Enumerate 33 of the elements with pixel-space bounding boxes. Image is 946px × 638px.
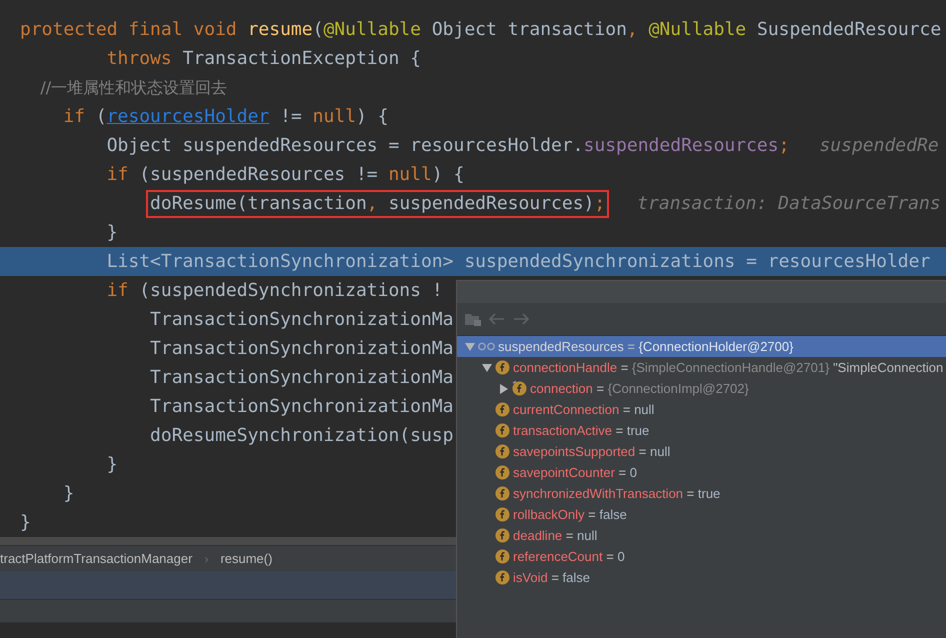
variable-text: connection = {ConnectionImpl@2702}: [530, 381, 749, 396]
variable-text: rollbackOnly = false: [513, 507, 627, 522]
code-text: if (resourcesHolder != null) {: [62, 104, 388, 128]
code-text: Object suspendedResources = resourcesHolder.suspendedResources;: [106, 134, 790, 158]
code-text: doResumeSynchronization(susp: [149, 424, 454, 448]
variable-text: synchronizedWithTransaction = true: [513, 486, 720, 501]
highlighted-code: doResume(transaction, suspendedResources);: [148, 192, 608, 216]
variable-text: currentConnection = null: [513, 402, 654, 417]
variable-text: savepointsSupported = null: [513, 444, 670, 459]
code-text: TransactionSynchronizationMa: [149, 394, 454, 418]
inline-value-hint: suspendedRe: [819, 134, 939, 158]
code-text: TransactionSynchronizationMa: [149, 336, 454, 360]
code-text: if (suspendedResources != null) {: [106, 162, 464, 186]
code-text: throws TransactionException {: [106, 46, 421, 70]
code-text: //一堆属性和状态设置回去: [39, 76, 228, 98]
code-text: }: [20, 510, 31, 534]
code-text: }: [106, 452, 118, 476]
code-text: List<TransactionSynchronization> suspendedSynchronizations = resourcesHolder: [106, 250, 930, 274]
variable-text: transactionActive = true: [513, 423, 650, 438]
code-text: }: [62, 482, 74, 506]
variable-text: suspendedResources = {ConnectionHolder@2700}: [498, 339, 794, 354]
code-text: }: [106, 220, 118, 244]
inline-value-hint: transaction: DataSourceTrans: [637, 192, 941, 216]
variable-text: isVoid = false: [513, 570, 590, 585]
breadcrumb-separator: ›: [204, 552, 208, 566]
code-text: if (suspendedSynchronizations !: [106, 278, 443, 302]
variable-text: deadline = null: [513, 528, 598, 543]
variable-text: savepointCounter = 0: [513, 465, 637, 480]
variable-text: referenceCount = 0: [513, 549, 625, 564]
variable-text: connectionHandle = {SimpleConnectionHandle@2701} "SimpleConnection: [513, 360, 944, 375]
code-text: TransactionSynchronizationMa: [149, 366, 454, 390]
code-text: TransactionSynchronizationMa: [149, 308, 454, 332]
code-text: protected final void resume(@Nullable Object transaction, @Nullable SuspendedResource: [20, 18, 942, 42]
